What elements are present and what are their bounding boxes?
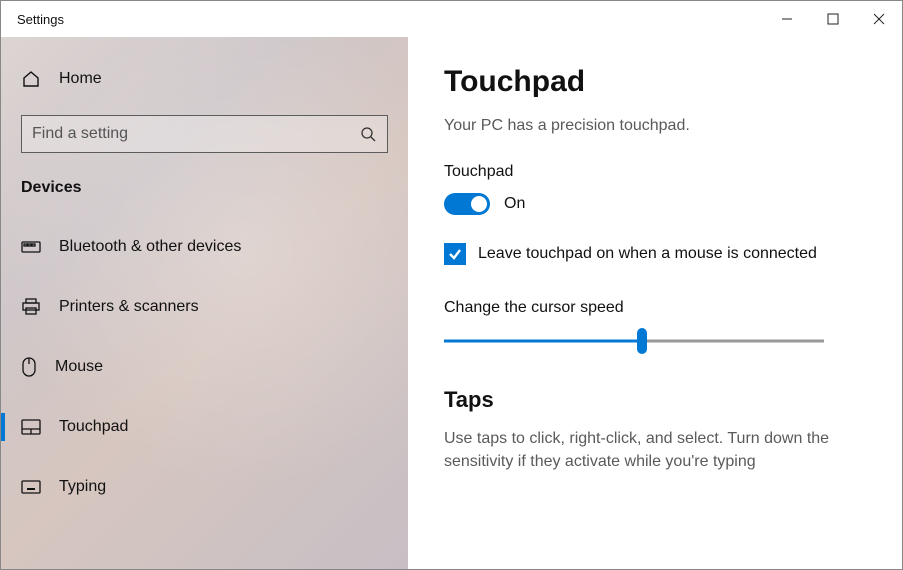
sidebar-item-bluetooth[interactable]: Bluetooth & other devices	[1, 217, 408, 277]
toggle-state-text: On	[504, 195, 525, 213]
toggle-knob	[471, 196, 487, 212]
maximize-button[interactable]	[810, 3, 856, 35]
search-container	[21, 115, 388, 153]
home-label: Home	[59, 70, 102, 88]
search-icon	[360, 126, 376, 142]
cursor-speed-label: Change the cursor speed	[444, 299, 866, 317]
page-title: Touchpad	[444, 65, 866, 99]
home-icon	[21, 69, 41, 89]
category-title: Devices	[1, 167, 408, 217]
sidebar-item-touchpad[interactable]: Touchpad	[1, 397, 408, 457]
devices-icon	[21, 239, 41, 255]
sidebar-item-typing[interactable]: Typing	[1, 457, 408, 517]
taps-description: Use taps to click, right-click, and sele…	[444, 427, 866, 473]
sidebar-item-label: Mouse	[55, 358, 103, 376]
leave-touchpad-label: Leave touchpad on when a mouse is connec…	[478, 245, 817, 263]
page-subtitle: Your PC has a precision touchpad.	[444, 117, 866, 135]
leave-touchpad-checkbox[interactable]	[444, 243, 466, 265]
search-input[interactable]	[21, 115, 388, 153]
taps-section-title: Taps	[444, 387, 866, 413]
sidebar: Home Devices Bluetooth & other devices	[1, 37, 408, 569]
main-panel: Touchpad Your PC has a precision touchpa…	[408, 37, 902, 569]
mouse-icon	[21, 357, 37, 377]
sidebar-item-label: Typing	[59, 478, 106, 496]
home-nav[interactable]: Home	[1, 51, 408, 107]
titlebar: Settings	[1, 1, 902, 37]
close-button[interactable]	[856, 3, 902, 35]
keyboard-icon	[21, 480, 41, 494]
touchpad-toggle-label: Touchpad	[444, 163, 866, 181]
sidebar-item-mouse[interactable]: Mouse	[1, 337, 408, 397]
sidebar-item-label: Touchpad	[59, 418, 128, 436]
sidebar-item-label: Bluetooth & other devices	[59, 238, 241, 256]
window-title: Settings	[1, 12, 64, 27]
cursor-speed-slider[interactable]	[444, 329, 824, 353]
touchpad-icon	[21, 419, 41, 435]
touchpad-toggle[interactable]	[444, 193, 490, 215]
printer-icon	[21, 298, 41, 316]
slider-thumb[interactable]	[637, 328, 647, 354]
sidebar-item-printers[interactable]: Printers & scanners	[1, 277, 408, 337]
sidebar-item-label: Printers & scanners	[59, 298, 199, 316]
minimize-button[interactable]	[764, 3, 810, 35]
slider-fill	[444, 340, 642, 343]
